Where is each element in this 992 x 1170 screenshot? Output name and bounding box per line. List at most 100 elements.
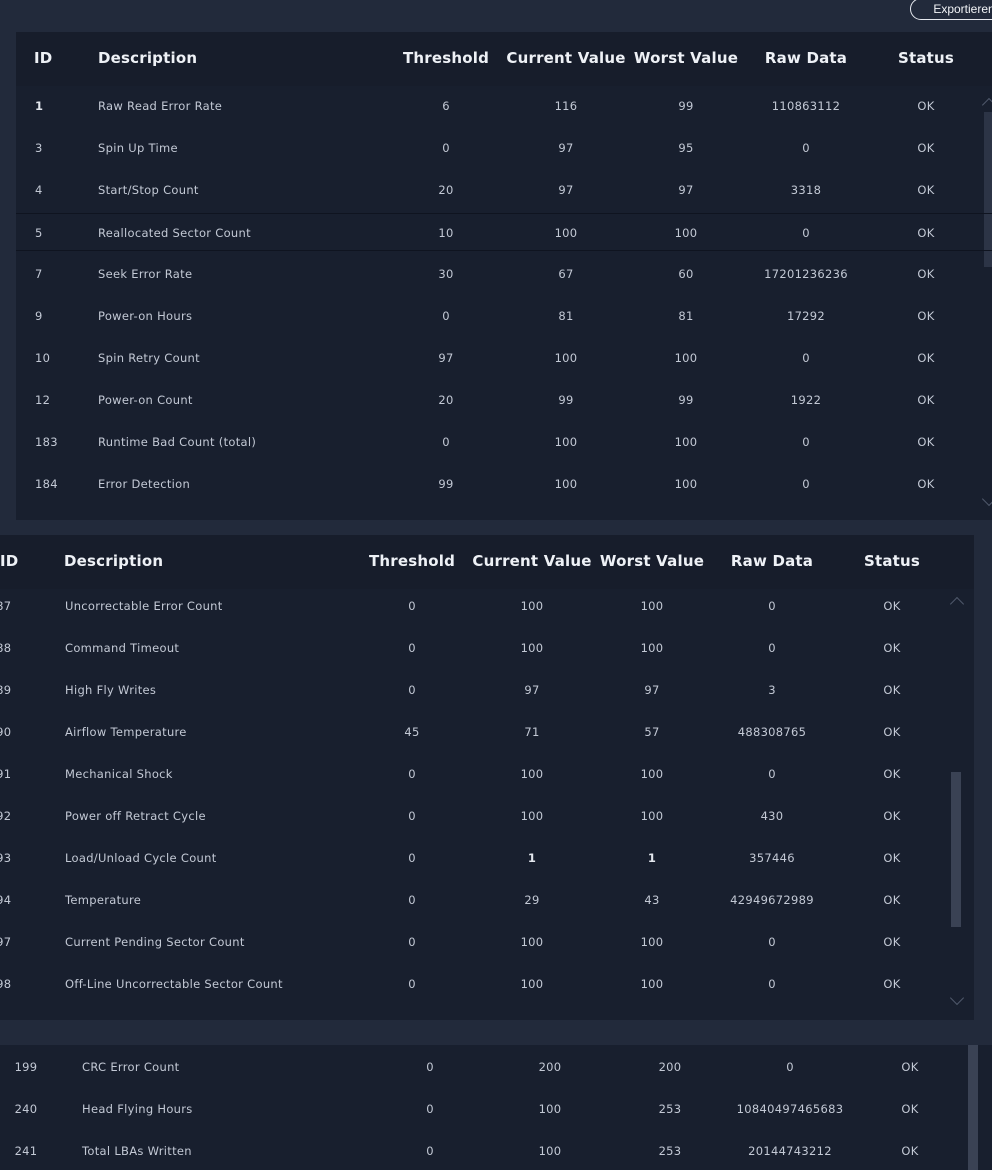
col-id: 188: [0, 641, 12, 655]
col-id: 241: [14, 1144, 38, 1158]
table-row[interactable]: 183 Runtime Bad Count (total) 0 100 100 0 OK: [16, 423, 992, 461]
col-description: Spin Up Time: [98, 141, 178, 155]
col-threshold: 0: [426, 1060, 434, 1074]
col-threshold: 99: [438, 477, 454, 491]
header-threshold[interactable]: Threshold: [403, 49, 489, 67]
header-id[interactable]: ID: [34, 49, 52, 67]
table-row[interactable]: 199 CRC Error Count 0 200 200 0 OK: [0, 1048, 992, 1086]
col-current-value: 100: [520, 641, 544, 655]
col-worst-value: 81: [678, 309, 694, 323]
col-raw-data: 17201236236: [764, 267, 848, 281]
table-row[interactable]: 1 Raw Read Error Rate 6 116 99 110863112 OK: [16, 87, 992, 125]
col-status: OK: [883, 725, 901, 739]
table-row[interactable]: 184 Error Detection 99 100 100 0 OK: [16, 465, 992, 503]
col-worst-value: 43: [644, 893, 660, 907]
header-description[interactable]: Description: [98, 49, 197, 67]
col-worst-value: 100: [640, 641, 664, 655]
col-description: Power off Retract Cycle: [65, 809, 206, 823]
col-current-value: 1: [527, 851, 537, 865]
col-threshold: 10: [438, 226, 454, 240]
col-description: Total LBAs Written: [82, 1144, 192, 1158]
export-button[interactable]: Exportieren: [910, 0, 992, 20]
col-current-value: 100: [538, 1144, 562, 1158]
table-row[interactable]: 191 Mechanical Shock 0 100 100 0 OK: [0, 755, 974, 793]
table-row[interactable]: 197 Current Pending Sector Count 0 100 100 0 O…: [0, 923, 974, 961]
col-id: 193: [0, 851, 12, 865]
col-current-value: 100: [520, 977, 544, 991]
col-raw-data: 0: [802, 141, 810, 155]
col-status: OK: [883, 893, 901, 907]
col-worst-value: 100: [640, 809, 664, 823]
table-row[interactable]: 194 Temperature 0 29 43 42949672989 OK: [0, 881, 974, 919]
col-current-value: 81: [558, 309, 574, 323]
col-current-value: 97: [558, 141, 574, 155]
col-raw-data: 357446: [749, 851, 795, 865]
table-row[interactable]: 5 Reallocated Sector Count 10 100 100 0 OK: [16, 213, 992, 251]
table-row[interactable]: 7 Seek Error Rate 30 67 60 17201236236 OK: [16, 255, 992, 293]
header-current-value[interactable]: Current Value: [472, 552, 591, 570]
col-raw-data: 20144743212: [748, 1144, 832, 1158]
col-current-value: 116: [554, 99, 578, 113]
col-current-value: 100: [520, 935, 544, 949]
table-row[interactable]: 4 Start/Stop Count 20 97 97 3318 OK: [16, 171, 992, 209]
header-status[interactable]: Status: [898, 49, 954, 67]
col-worst-value: 253: [658, 1144, 682, 1158]
table-row[interactable]: 10 Spin Retry Count 97 100 100 0 OK: [16, 339, 992, 377]
table-row[interactable]: 190 Airflow Temperature 45 71 57 488308765 OK: [0, 713, 974, 751]
table-row[interactable]: 3 Spin Up Time 0 97 95 0 OK: [16, 129, 992, 167]
header-raw-data[interactable]: Raw Data: [731, 552, 813, 570]
col-raw-data: 0: [768, 599, 776, 613]
col-raw-data: 0: [768, 977, 776, 991]
col-threshold: 0: [408, 767, 416, 781]
col-current-value: 71: [524, 725, 540, 739]
header-id[interactable]: ID: [0, 552, 18, 570]
table-row[interactable]: 192 Power off Retract Cycle 0 100 100 430 OK: [0, 797, 974, 835]
col-status: OK: [917, 477, 935, 491]
col-description: Start/Stop Count: [98, 183, 199, 197]
col-id: 183: [35, 435, 58, 449]
header-status[interactable]: Status: [864, 552, 920, 570]
header-worst-value[interactable]: Worst Value: [600, 552, 704, 570]
col-id: 197: [0, 935, 12, 949]
col-id: 3: [35, 141, 43, 155]
col-status: OK: [917, 226, 935, 240]
col-threshold: 30: [438, 267, 454, 281]
col-current-value: 97: [524, 683, 540, 697]
col-description: Uncorrectable Error Count: [65, 599, 223, 613]
col-status: OK: [883, 977, 901, 991]
col-current-value: 29: [524, 893, 540, 907]
table-row[interactable]: 193 Load/Unload Cycle Count 0 1 1 357446 OK: [0, 839, 974, 877]
col-description: Current Pending Sector Count: [65, 935, 245, 949]
col-status: OK: [917, 99, 935, 113]
col-current-value: 100: [520, 767, 544, 781]
col-description: CRC Error Count: [82, 1060, 180, 1074]
col-id: 187: [0, 599, 12, 613]
table-row[interactable]: 9 Power-on Hours 0 81 81 17292 OK: [16, 297, 992, 335]
col-status: OK: [917, 351, 935, 365]
table-row[interactable]: 12 Power-on Count 20 99 99 1922 OK: [16, 381, 992, 419]
col-raw-data: 0: [768, 641, 776, 655]
col-id: 4: [35, 183, 43, 197]
header-raw-data[interactable]: Raw Data: [765, 49, 847, 67]
col-id: 9: [35, 309, 43, 323]
table-row[interactable]: 241 Total LBAs Written 0 100 253 20144743212 O…: [0, 1132, 992, 1170]
col-worst-value: 100: [674, 477, 698, 491]
table-row[interactable]: 198 Off-Line Uncorrectable Sector Count 0 1…: [0, 965, 974, 1003]
smart-table-1: ID Description Threshold Current Value Worst…: [16, 32, 992, 520]
col-description: Power-on Hours: [98, 309, 193, 323]
header-worst-value[interactable]: Worst Value: [634, 49, 738, 67]
col-status: OK: [917, 141, 935, 155]
col-threshold: 0: [442, 141, 450, 155]
table-row[interactable]: 240 Head Flying Hours 0 100 253 1084049746568…: [0, 1090, 992, 1128]
col-current-value: 100: [554, 477, 578, 491]
col-raw-data: 10840497465683: [736, 1102, 844, 1116]
table-row[interactable]: 187 Uncorrectable Error Count 0 100 100 0 OK: [0, 587, 974, 625]
col-worst-value: 100: [640, 977, 664, 991]
table-row[interactable]: 188 Command Timeout 0 100 100 0 OK: [0, 629, 974, 667]
table-row[interactable]: 189 High Fly Writes 0 97 97 3 OK: [0, 671, 974, 709]
header-threshold[interactable]: Threshold: [369, 552, 455, 570]
header-description[interactable]: Description: [64, 552, 163, 570]
header-current-value[interactable]: Current Value: [506, 49, 625, 67]
col-status: OK: [917, 393, 935, 407]
col-raw-data: 3318: [790, 183, 822, 197]
